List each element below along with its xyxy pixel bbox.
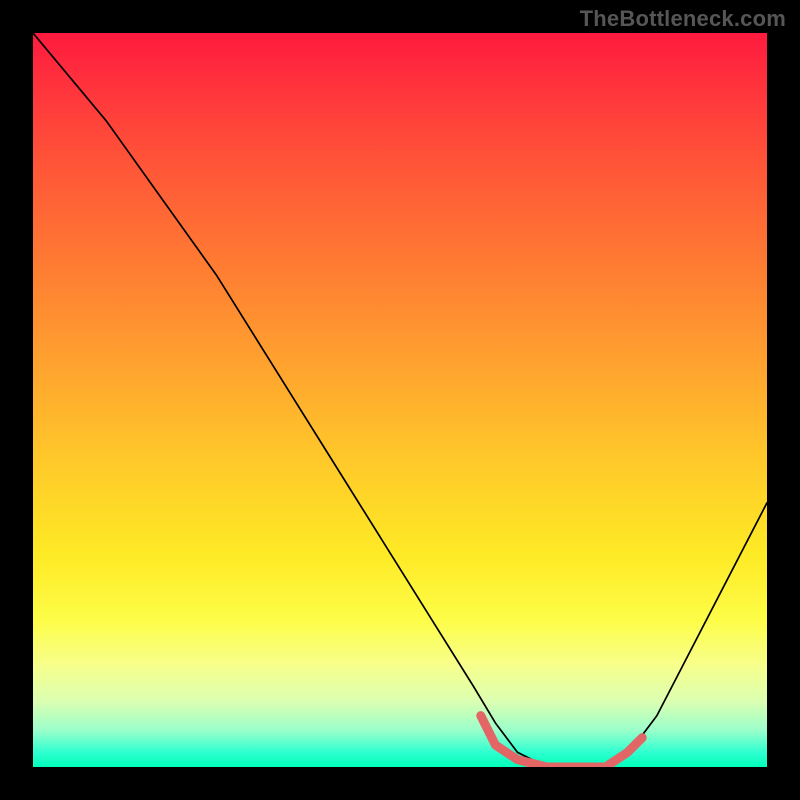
chart-frame: TheBottleneck.com [0,0,800,800]
watermark-text: TheBottleneck.com [580,6,786,32]
heat-gradient [33,33,767,767]
plot-area [33,33,767,767]
